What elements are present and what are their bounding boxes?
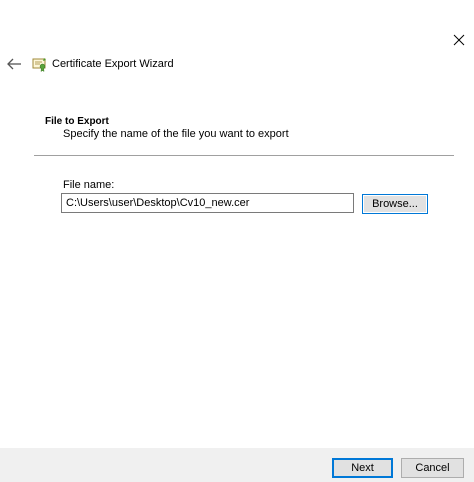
file-name-label: File name: <box>63 179 115 191</box>
cancel-button[interactable]: Cancel <box>401 458 464 478</box>
back-arrow-icon <box>7 58 21 70</box>
section-title: File to Export <box>45 116 109 127</box>
window-title: Certificate Export Wizard <box>52 58 174 70</box>
browse-button[interactable]: Browse... <box>362 194 428 214</box>
next-button[interactable]: Next <box>332 458 393 478</box>
close-button[interactable] <box>448 29 470 51</box>
section-description: Specify the name of the file you want to… <box>63 128 289 140</box>
certificate-icon <box>31 56 47 73</box>
file-name-input[interactable] <box>61 193 354 213</box>
back-button[interactable] <box>4 54 24 74</box>
close-icon <box>453 34 465 46</box>
separator <box>34 155 454 156</box>
certificate-export-wizard-window: Certificate Export Wizard File to Export… <box>0 0 474 482</box>
